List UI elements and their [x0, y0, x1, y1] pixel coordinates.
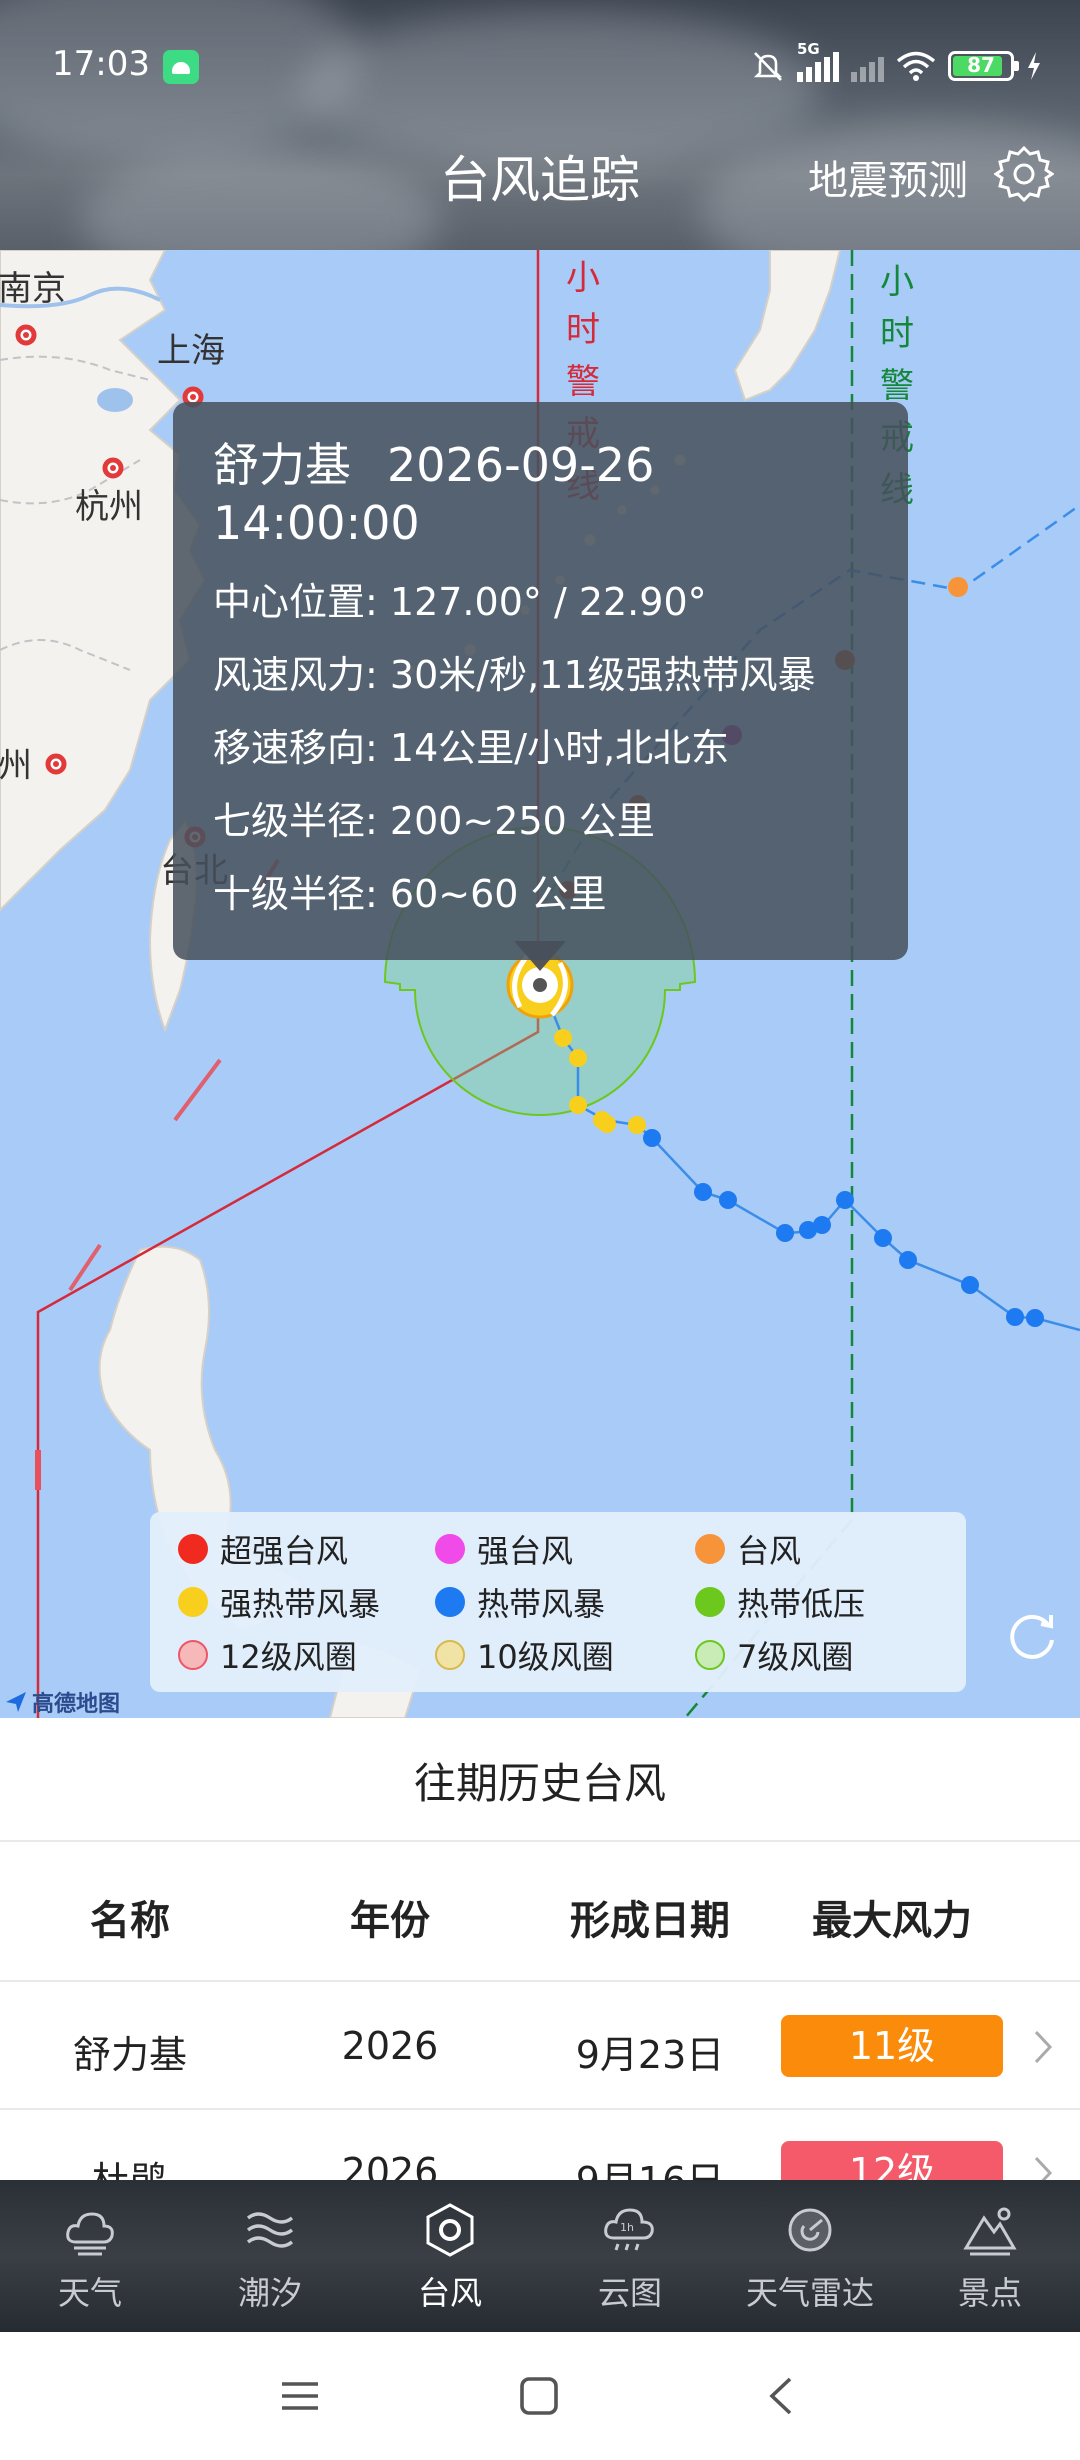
- legend-ring: [695, 1640, 725, 1670]
- table-row[interactable]: 舒力基 2026 9月23日 11级: [0, 1984, 1080, 2110]
- earthquake-link[interactable]: 地震预测: [808, 148, 968, 206]
- legend-dot: [178, 1587, 208, 1617]
- row-name: 舒力基: [72, 2033, 187, 2077]
- bottom-nav: 天气 潮汐 台风 1h 云图 天气雷达 景点: [0, 2180, 1080, 2332]
- info-row-radius-10: 十级半径: 60~60 公里: [213, 872, 607, 916]
- city-label-hangzhou: 杭州: [75, 487, 143, 527]
- legend-item: 热带风暴: [435, 1579, 605, 1625]
- history-table-header: 名称 年份 形成日期 最大风力: [0, 1842, 1080, 1982]
- legend-item: 热带低压: [695, 1579, 865, 1625]
- typhoon-icon: [426, 2203, 474, 2257]
- android-app-icon: [163, 50, 199, 84]
- legend-dot: [695, 1587, 725, 1617]
- legend-dot: [695, 1534, 725, 1564]
- nav-label: 天气: [57, 2274, 122, 2312]
- nav-label: 台风: [417, 2274, 482, 2312]
- legend-item: 7级风圈: [695, 1632, 853, 1678]
- typhoon-date: 2026-09-26: [387, 438, 655, 492]
- col-year: 年份: [350, 1898, 430, 1944]
- system-nav-bar: [0, 2332, 1080, 2460]
- refresh-icon[interactable]: [1005, 1608, 1059, 1662]
- nav-label: 云图: [597, 2274, 662, 2312]
- nav-label: 景点: [957, 2274, 1022, 2312]
- legend-item: 12级风圈: [178, 1632, 357, 1678]
- table-row[interactable]: 杜鹃 2026 9月16日 12级: [0, 2110, 1080, 2180]
- svg-text:1h: 1h: [620, 2221, 634, 2234]
- history-section: 往期历史台风 名称 年份 形成日期 最大风力 舒力基 2026 9月23日 11…: [0, 1718, 1080, 2180]
- radar-icon: [788, 2208, 832, 2252]
- map-legend: 超强台风 强台风 台风 强热带风暴 热带风暴 热带低压 12级风圈 10级风圈 …: [150, 1512, 966, 1692]
- nav-tide[interactable]: 潮汐: [180, 2180, 360, 2332]
- nav-typhoon[interactable]: 台风: [360, 2180, 540, 2332]
- col-max-wind: 最大风力: [812, 1898, 972, 1944]
- level-badge: 11级: [781, 2015, 1003, 2077]
- wifi-icon: [896, 51, 936, 81]
- nav-label: 天气雷达: [745, 2274, 874, 2312]
- chevron-right-icon: [1034, 2030, 1053, 2064]
- col-date: 形成日期: [570, 1898, 730, 1944]
- nav-label: 潮汐: [237, 2274, 302, 2312]
- typhoon-map[interactable]: 南京 上海 杭州 州 台北 小时警戒线 小时警戒线 舒力基2026-09-26 …: [0, 250, 1080, 1718]
- legend-item: 超强台风: [178, 1526, 348, 1572]
- back-icon[interactable]: [762, 2376, 802, 2416]
- info-row-wind: 风速风力: 30米/秒,11级强热带风暴: [213, 653, 816, 697]
- chevron-right-icon: [1034, 2156, 1053, 2180]
- scenic-icon: [963, 2207, 1017, 2256]
- battery-level: 87: [967, 53, 995, 77]
- legend-item: 台风: [695, 1526, 801, 1572]
- city-label-shanghai: 上海: [157, 331, 225, 371]
- history-title: 往期历史台风: [0, 1718, 1080, 1842]
- legend-dot: [435, 1534, 465, 1564]
- legend-ring: [435, 1640, 465, 1670]
- header: 17:03 5G 87 台风追踪 地震预测: [0, 0, 1080, 250]
- legend-dot: [435, 1587, 465, 1617]
- status-time: 17:03: [52, 44, 150, 84]
- row-date: 9月16日: [540, 2150, 760, 2180]
- legend-dot: [178, 1534, 208, 1564]
- info-row-movement: 移速移向: 14公里/小时,北北东: [213, 726, 730, 770]
- signal-5g-icon: 5G: [797, 40, 839, 82]
- typhoon-name-date: 舒力基 2026-09-26: [213, 436, 908, 494]
- row-date: 9月23日: [575, 2033, 725, 2077]
- cloud-map-icon: 1h: [604, 2208, 654, 2251]
- nav-radar[interactable]: 天气雷达: [720, 2180, 900, 2332]
- row-year: 2026: [341, 2024, 439, 2068]
- city-label-nanjing: 南京: [0, 269, 66, 309]
- info-row-radius-7: 七级半径: 200~250 公里: [213, 799, 655, 843]
- status-icons: 5G 87: [751, 40, 1042, 86]
- nav-weather[interactable]: 天气: [0, 2180, 180, 2332]
- battery-icon: 87: [948, 51, 1019, 81]
- home-icon[interactable]: [519, 2376, 559, 2416]
- tide-icon: [246, 2212, 294, 2248]
- legend-ring: [178, 1640, 208, 1670]
- nav-scenic[interactable]: 景点: [900, 2180, 1080, 2332]
- charging-icon: [1028, 52, 1040, 80]
- app-root: { "status_bar": { "time": "17:03", "netw…: [0, 0, 1080, 2460]
- signal-2-icon: [851, 50, 884, 82]
- nav-cloud-map[interactable]: 1h 云图: [540, 2180, 720, 2332]
- map-attribution: 高德地图: [4, 1686, 120, 1718]
- japan-landmass: [733, 250, 842, 402]
- gear-icon[interactable]: [994, 144, 1054, 204]
- col-name: 名称: [90, 1898, 170, 1944]
- legend-item: 强热带风暴: [178, 1579, 380, 1625]
- typhoon-name: 舒力基: [213, 438, 351, 492]
- info-row-center: 中心位置: 127.00° / 22.90°: [213, 580, 707, 624]
- row-name: 杜鹃: [20, 2150, 240, 2180]
- amap-logo-icon: [6, 1692, 26, 1712]
- legend-item: 强台风: [435, 1526, 573, 1572]
- typhoon-time: 14:00:00: [213, 496, 420, 550]
- row-year: 2026: [341, 2150, 439, 2180]
- mute-bell-icon: [753, 52, 783, 81]
- city-label-zhou: 州: [0, 746, 32, 786]
- typhoon-info-popup: 舒力基 2026-09-26 14:00:00 中心位置: 127.00° / 2…: [173, 402, 908, 960]
- menu-icon[interactable]: [280, 2376, 320, 2416]
- legend-item: 10级风圈: [435, 1632, 614, 1678]
- status-bar: 17:03 5G 87: [0, 0, 1080, 135]
- weather-icon: [66, 2212, 114, 2256]
- network-type: 5G: [797, 40, 820, 58]
- level-badge: 12级: [781, 2141, 1003, 2180]
